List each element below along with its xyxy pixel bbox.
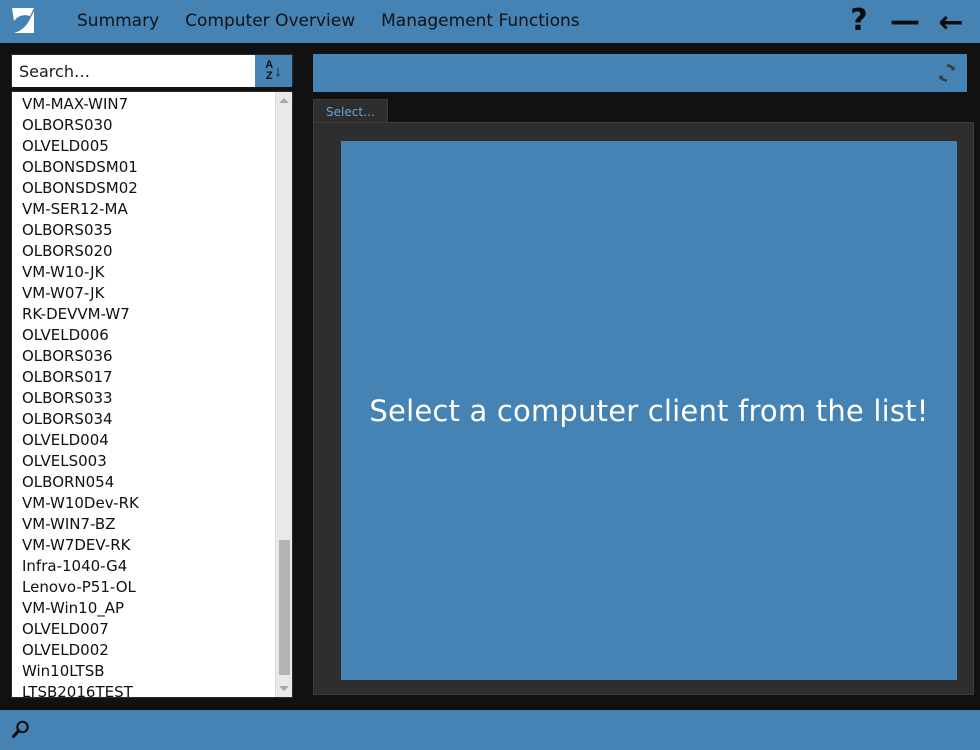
window-controls: ? — ← [838,0,972,45]
computer-list-container: VM-MAX-WIN7 OLBORS030 OLVELD005 OLBONSDSM01… [11,91,293,698]
back-button[interactable]: ← [930,0,972,45]
refresh-button[interactable] [932,58,962,88]
app-logo [0,0,48,44]
info-bar [313,54,967,92]
list-item[interactable]: LTSB2016TEST [12,682,276,697]
list-item[interactable]: OLBORS017 [12,367,276,388]
sidebar: A Z ↓ VM-MAX-WIN7OLBORS030OLVELD005OLBON… [0,47,300,707]
list-item[interactable]: RK-DEVVM-W7 [12,304,276,325]
main-menu: Summary Computer Overview Management Fun… [64,0,593,44]
list-item[interactable]: Win10LTSB [12,661,276,682]
sort-letter-bottom: Z [265,70,273,82]
list-item[interactable]: VM-W07-JK [12,283,276,304]
list-item[interactable]: VM-SER12-MA [12,199,276,220]
status-search-button[interactable] [0,709,42,750]
list-item[interactable]: OLVELS003 [12,451,276,472]
help-button[interactable]: ? [838,0,880,45]
list-item[interactable]: OLBORS034 [12,409,276,430]
status-bar [0,708,980,750]
sort-az-button[interactable]: A Z ↓ [255,55,292,87]
list-item[interactable]: VM-WIN7-BZ [12,514,276,535]
list-item[interactable]: OLBORS030 [12,115,276,136]
computer-list-scrollbar[interactable] [275,92,292,697]
list-item[interactable]: VM-W7DEV-RK [12,535,276,556]
list-item[interactable]: VM-Win10_AP [12,598,276,619]
list-item[interactable]: VM-MAX-WIN7 [12,94,276,115]
application-window: Summary Computer Overview Management Fun… [0,0,980,750]
list-item[interactable]: OLBONSDSM02 [12,178,276,199]
menu-item-management-functions[interactable]: Management Functions [368,0,593,44]
list-item[interactable]: OLVELD004 [12,430,276,451]
list-item[interactable]: OLBORS036 [12,346,276,367]
tab-select[interactable]: Select… [313,99,389,123]
list-item[interactable]: OLBORN054 [12,472,276,493]
scrollbar-thumb[interactable] [279,540,290,675]
zabbix-style-logo-icon [12,8,34,33]
list-item[interactable]: VM-W10-JK [12,262,276,283]
placeholder-area: Select a computer client from the list! [341,141,957,680]
list-item[interactable]: OLBORS035 [12,220,276,241]
menu-item-summary[interactable]: Summary [64,0,172,44]
list-item[interactable]: OLBORS033 [12,388,276,409]
placeholder-message: Select a computer client from the list! [369,393,929,428]
list-item[interactable]: OLVELD006 [12,325,276,346]
search-row: A Z ↓ [11,54,293,87]
refresh-icon [939,64,955,82]
list-item[interactable]: Infra-1040-G4 [12,556,276,577]
sort-arrow-down-icon: ↓ [274,62,282,80]
list-item[interactable]: Lenovo-P51-OL [12,577,276,598]
tab-strip: Select… [313,99,967,123]
sort-az-icon: A Z ↓ [265,59,282,82]
list-item[interactable]: OLBONSDSM01 [12,157,276,178]
list-item[interactable]: OLVELD005 [12,136,276,157]
detail-panel: Select a computer client from the list! [313,122,974,695]
list-item[interactable]: OLVELD007 [12,619,276,640]
header-bar: Summary Computer Overview Management Fun… [0,0,980,45]
scrollbar-down-button[interactable] [276,680,292,697]
menu-item-computer-overview[interactable]: Computer Overview [172,0,368,44]
scrollbar-up-button[interactable] [276,92,292,109]
search-input[interactable] [12,55,255,87]
list-item[interactable]: OLBORS020 [12,241,276,262]
magnifier-icon [12,720,29,738]
computer-list[interactable]: VM-MAX-WIN7 OLBORS030 OLVELD005 OLBONSDSM01… [12,92,276,697]
list-item[interactable]: OLVELD002 [12,640,276,661]
minimize-button[interactable]: — [884,0,926,45]
list-item[interactable]: VM-W10Dev-RK [12,493,276,514]
main-content: Select… Select a computer client from th… [306,47,974,707]
